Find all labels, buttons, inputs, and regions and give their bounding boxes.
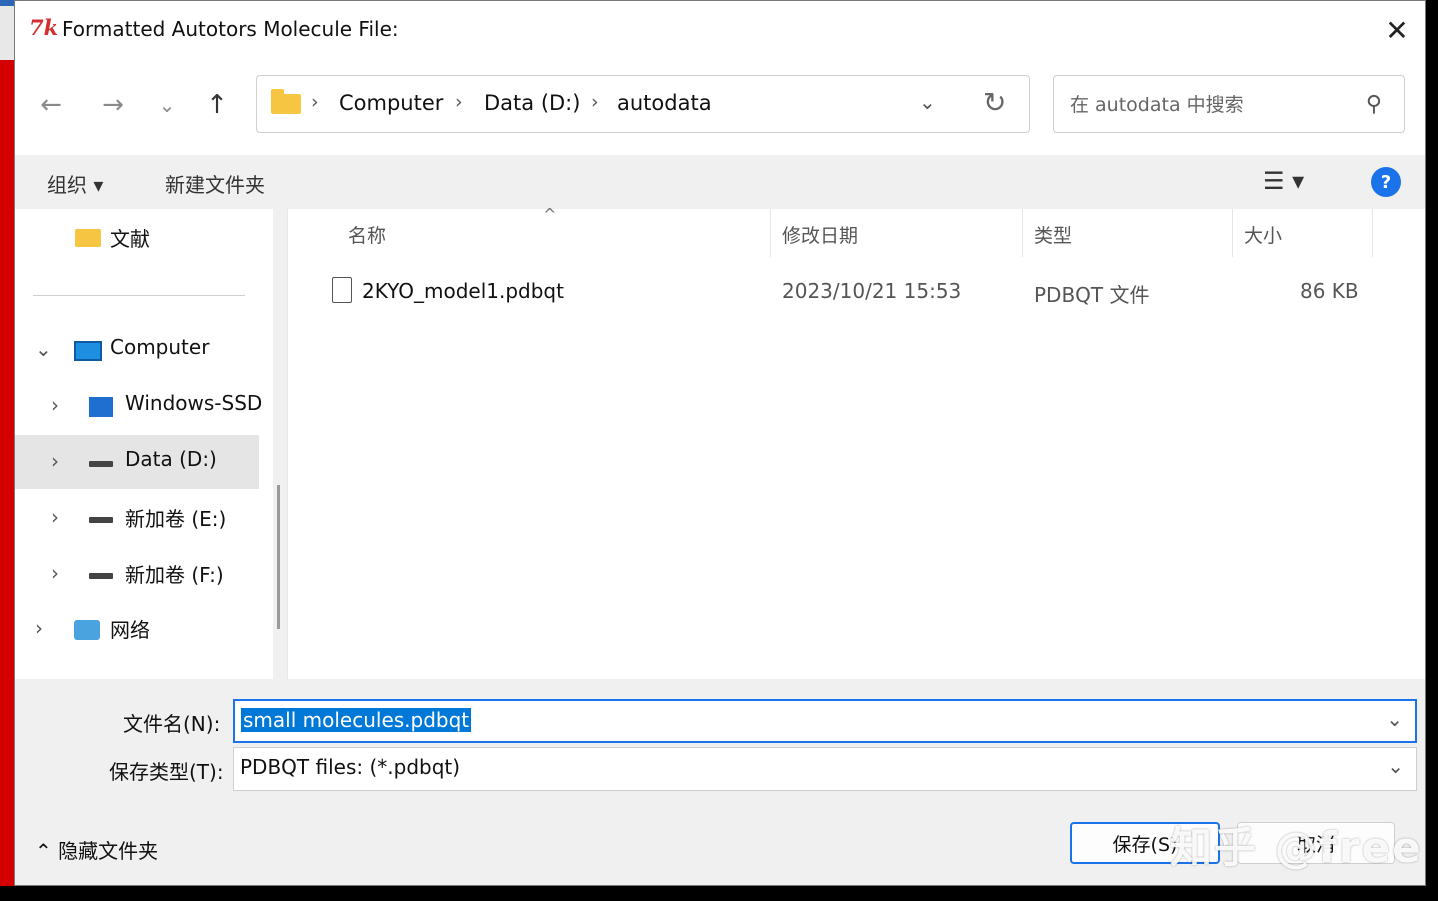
column-header-name[interactable]: 名称 (348, 221, 386, 248)
chevron-up-icon: ⌃ (35, 839, 52, 863)
up-button[interactable]: ↑ (197, 85, 237, 125)
address-bar[interactable]: › Computer › Data (D:) › autodata ⌄ ↻ (256, 75, 1030, 133)
window-title: Formatted Autotors Molecule File: (62, 17, 399, 41)
sidebar-item-label: 网络 (110, 618, 150, 642)
sidebar-item-volume-e[interactable]: › 新加卷 (E:) (15, 491, 259, 545)
sidebar-divider (33, 295, 245, 296)
filetype-label: 保存类型(T): (109, 760, 224, 784)
navigation-scrollbar[interactable] (273, 209, 287, 679)
hide-folders-label: 隐藏文件夹 (58, 839, 159, 863)
column-header-type[interactable]: 类型 (1034, 221, 1072, 248)
sidebar-item-data-d[interactable]: › Data (D:) (15, 435, 259, 489)
filename-field[interactable]: small molecules.pdbqt ⌄ (233, 699, 1417, 743)
chevron-right-icon[interactable]: › (51, 449, 59, 473)
column-divider[interactable] (770, 209, 771, 257)
file-date: 2023/10/21 15:53 (782, 279, 962, 303)
sidebar-item-computer[interactable]: ⌄ Computer (15, 323, 259, 377)
back-button[interactable]: ← (31, 85, 71, 125)
arrow-right-icon: → (102, 90, 124, 120)
refresh-icon[interactable]: ↻ (983, 86, 1006, 119)
sidebar-item-documents[interactable]: 文献 (15, 211, 259, 265)
sort-ascending-icon: ^ (543, 205, 557, 224)
search-icon[interactable]: ⚲ (1366, 92, 1382, 117)
file-name: 2KYO_model1.pdbqt (362, 279, 564, 303)
background-app-right (1426, 0, 1438, 901)
column-divider[interactable] (1372, 209, 1373, 257)
column-divider[interactable] (1232, 209, 1233, 257)
folder-icon (271, 89, 301, 114)
chevron-right-icon[interactable]: › (51, 505, 59, 529)
forward-button[interactable]: → (93, 85, 133, 125)
filetype-value: PDBQT files: (*.pdbqt) (240, 755, 461, 779)
arrow-left-icon: ← (40, 90, 62, 120)
breadcrumb-separator-icon: › (591, 91, 599, 113)
chevron-right-icon[interactable]: › (51, 393, 59, 417)
drive-icon (89, 517, 113, 523)
view-options-icon[interactable]: ☰ ▾ (1263, 167, 1304, 195)
file-type: PDBQT 文件 (1034, 283, 1150, 307)
column-header-date[interactable]: 修改日期 (782, 221, 858, 248)
column-divider[interactable] (1022, 209, 1023, 257)
arrow-up-icon: ↑ (206, 90, 228, 120)
navigation-row: ← → ⌄ ↑ › Computer › Data (D:) › autodat… (15, 59, 1425, 155)
sidebar-item-label: Data (D:) (125, 447, 217, 471)
background-app-bottom (0, 886, 1438, 901)
background-red-bar (0, 60, 14, 900)
watermark: 知乎 @free (1170, 823, 1423, 872)
drive-icon (89, 461, 113, 467)
column-header-size[interactable]: 大小 (1244, 221, 1282, 248)
breadcrumb-computer[interactable]: Computer (339, 91, 443, 115)
background-app-left (0, 0, 14, 901)
file-icon (332, 277, 352, 303)
table-row[interactable]: 2KYO_model1.pdbqt 2023/10/21 15:53 PDBQT… (324, 267, 1384, 315)
sidebar-item-label: 文献 (110, 227, 150, 251)
tk-logo-icon: 7k (29, 15, 59, 40)
sidebar-item-label: 新加卷 (E:) (125, 507, 227, 531)
title-bar: 7k Formatted Autotors Molecule File: ✕ (15, 1, 1425, 59)
filetype-select[interactable]: PDBQT files: (*.pdbqt) ⌄ (233, 747, 1417, 791)
sidebar-item-label: Windows-SSD (125, 391, 263, 415)
search-input[interactable] (1068, 90, 1352, 120)
folder-icon (75, 229, 101, 247)
navigation-pane: 文献 ⌄ Computer › Windows-SSD › Data (D:) … (15, 209, 273, 679)
new-folder-button[interactable]: 新建文件夹 (165, 169, 265, 198)
close-icon: ✕ (1385, 13, 1409, 47)
windows-drive-icon (89, 397, 113, 417)
sidebar-item-label: 新加卷 (F:) (125, 563, 224, 587)
sidebar-item-volume-f[interactable]: › 新加卷 (F:) (15, 547, 259, 601)
command-bar: 组织 ▾ 新建文件夹 ☰ ▾ ? (15, 155, 1425, 210)
sidebar-item-label: Computer (110, 335, 210, 359)
scrollbar-thumb[interactable] (277, 485, 280, 629)
breadcrumb-data-d[interactable]: Data (D:) (484, 91, 580, 115)
save-file-dialog: 7k Formatted Autotors Molecule File: ✕ ←… (14, 0, 1426, 886)
sidebar-item-network[interactable]: › 网络 (15, 602, 259, 656)
filename-label: 文件名(N): (123, 712, 221, 736)
search-box[interactable]: ⚲ (1053, 75, 1405, 133)
help-icon[interactable]: ? (1371, 167, 1401, 197)
chevron-down-icon[interactable]: ⌄ (1386, 707, 1403, 731)
file-list: ^ 名称 修改日期 类型 大小 2KYO_model1.pdbqt 2023/1… (287, 205, 1425, 679)
breadcrumb-separator-icon: › (311, 91, 319, 113)
chevron-down-icon[interactable]: ⌄ (35, 337, 52, 361)
chevron-down-icon: ⌄ (158, 93, 176, 117)
organize-menu-button[interactable]: 组织 ▾ (47, 169, 103, 198)
address-dropdown-icon[interactable]: ⌄ (919, 90, 936, 114)
chevron-right-icon[interactable]: › (35, 616, 43, 640)
monitor-icon (74, 341, 102, 361)
sidebar-item-windows-ssd[interactable]: › Windows-SSD (15, 379, 263, 433)
chevron-down-icon[interactable]: ⌄ (1387, 754, 1404, 778)
file-size: 86 KB (1300, 279, 1359, 303)
breadcrumb-autodata[interactable]: autodata (617, 91, 712, 115)
recent-locations-button[interactable]: ⌄ (147, 85, 187, 125)
breadcrumb-separator-icon: › (455, 91, 463, 113)
hide-folders-button[interactable]: ⌃ 隐藏文件夹 (35, 835, 158, 864)
close-button[interactable]: ✕ (1369, 1, 1425, 59)
background-strip (0, 0, 14, 6)
drive-icon (89, 573, 113, 579)
chevron-right-icon[interactable]: › (51, 561, 59, 585)
filename-value[interactable]: small molecules.pdbqt (241, 708, 472, 732)
network-icon (74, 620, 100, 640)
